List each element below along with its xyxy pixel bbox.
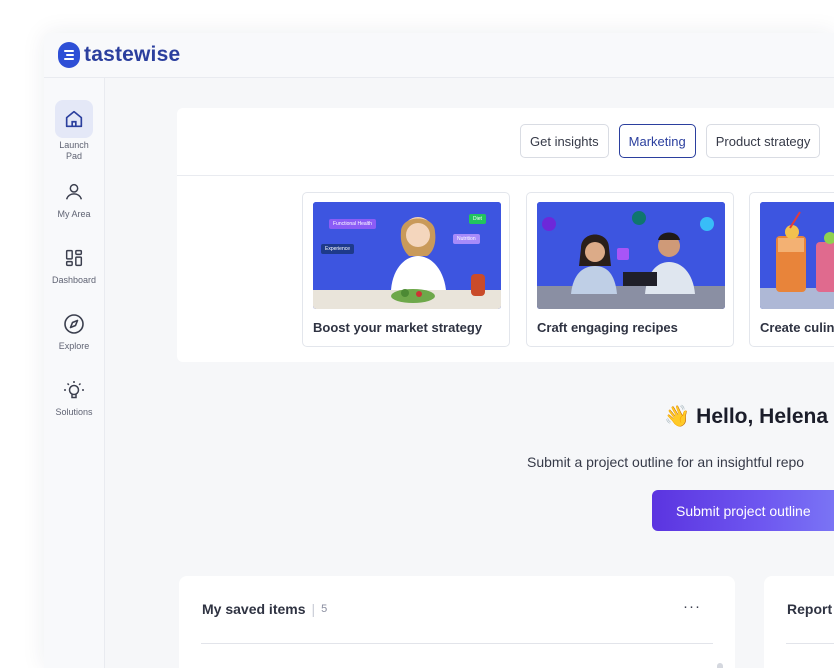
waving-hand-icon: 👋	[664, 405, 691, 428]
sidebar-item-label: Explore	[58, 341, 90, 351]
tab-product-strategy[interactable]: Product strategy	[705, 124, 821, 158]
dashboard-icon	[55, 243, 93, 273]
sidebar-item-label: My Area	[57, 209, 91, 219]
saved-items-title: My saved items	[202, 601, 306, 617]
more-options-icon[interactable]: ···	[683, 598, 701, 615]
tag-chip: Nutrition	[453, 234, 480, 244]
divider	[786, 643, 834, 644]
saved-items-header: My saved items | 5	[202, 601, 327, 617]
greeting-subtitle: Submit a project outline for an insightf…	[527, 454, 805, 470]
use-case-card-culinary[interactable]: Create culina	[749, 192, 834, 347]
sidebar-item-label: Launch Pad	[59, 140, 89, 161]
sidebar-item-dashboard[interactable]: Dashboard	[44, 243, 104, 286]
use-case-tabs: Get insights Marketing Product strategy	[520, 124, 821, 158]
use-case-image: Functional Health Diet Nutrition Experie…	[313, 202, 501, 309]
lightbulb-icon	[55, 375, 93, 405]
saved-items-count: 5	[321, 603, 328, 615]
sidebar-item-launch-pad[interactable]: Launch Pad	[44, 100, 104, 162]
logo[interactable]: tastewise	[58, 42, 180, 68]
app-window: tastewise Launch Pad My Area Dashboard E…	[44, 33, 834, 668]
compass-icon	[55, 309, 93, 339]
sidebar-item-label: Solutions	[55, 407, 93, 417]
divider	[201, 643, 713, 644]
saved-items-card: My saved items | 5 ···	[179, 576, 735, 668]
reports-card: Report	[764, 576, 834, 668]
use-case-card-recipes[interactable]: Craft engaging recipes	[526, 192, 734, 347]
reports-title: Report	[787, 601, 833, 617]
user-icon	[55, 177, 93, 207]
use-case-title: Craft engaging recipes	[537, 320, 678, 335]
sidebar: Launch Pad My Area Dashboard Explore Sol…	[44, 78, 105, 668]
submit-project-outline-button[interactable]: Submit project outline	[652, 490, 834, 531]
sidebar-item-explore[interactable]: Explore	[44, 309, 104, 352]
logo-icon	[58, 42, 80, 68]
use-case-card-market-strategy[interactable]: Functional Health Diet Nutrition Experie…	[302, 192, 510, 347]
tab-marketing[interactable]: Marketing	[618, 124, 696, 158]
scrollbar-thumb[interactable]	[717, 663, 723, 668]
use-case-panel: Get insights Marketing Product strategy	[177, 108, 834, 362]
home-icon	[55, 100, 93, 138]
use-case-title: Boost your market strategy	[313, 320, 483, 335]
sidebar-item-solutions[interactable]: Solutions	[44, 375, 104, 418]
greeting: 👋 Hello, Helena	[664, 405, 828, 429]
use-case-image	[760, 202, 834, 309]
sidebar-item-label: Dashboard	[52, 275, 97, 285]
greeting-text: Hello, Helena	[696, 405, 829, 428]
tag-chip: Diet	[469, 214, 486, 224]
tag-chip: Functional Health	[329, 219, 376, 229]
divider	[177, 175, 834, 176]
tab-get-insights[interactable]: Get insights	[520, 124, 609, 158]
separator: |	[311, 601, 316, 617]
use-case-image	[537, 202, 725, 309]
use-case-title: Create culina	[760, 320, 834, 335]
logo-text: tastewise	[84, 43, 181, 66]
sidebar-item-my-area[interactable]: My Area	[44, 177, 104, 220]
tag-chip: Experience	[321, 244, 355, 254]
top-bar: tastewise	[44, 33, 834, 78]
